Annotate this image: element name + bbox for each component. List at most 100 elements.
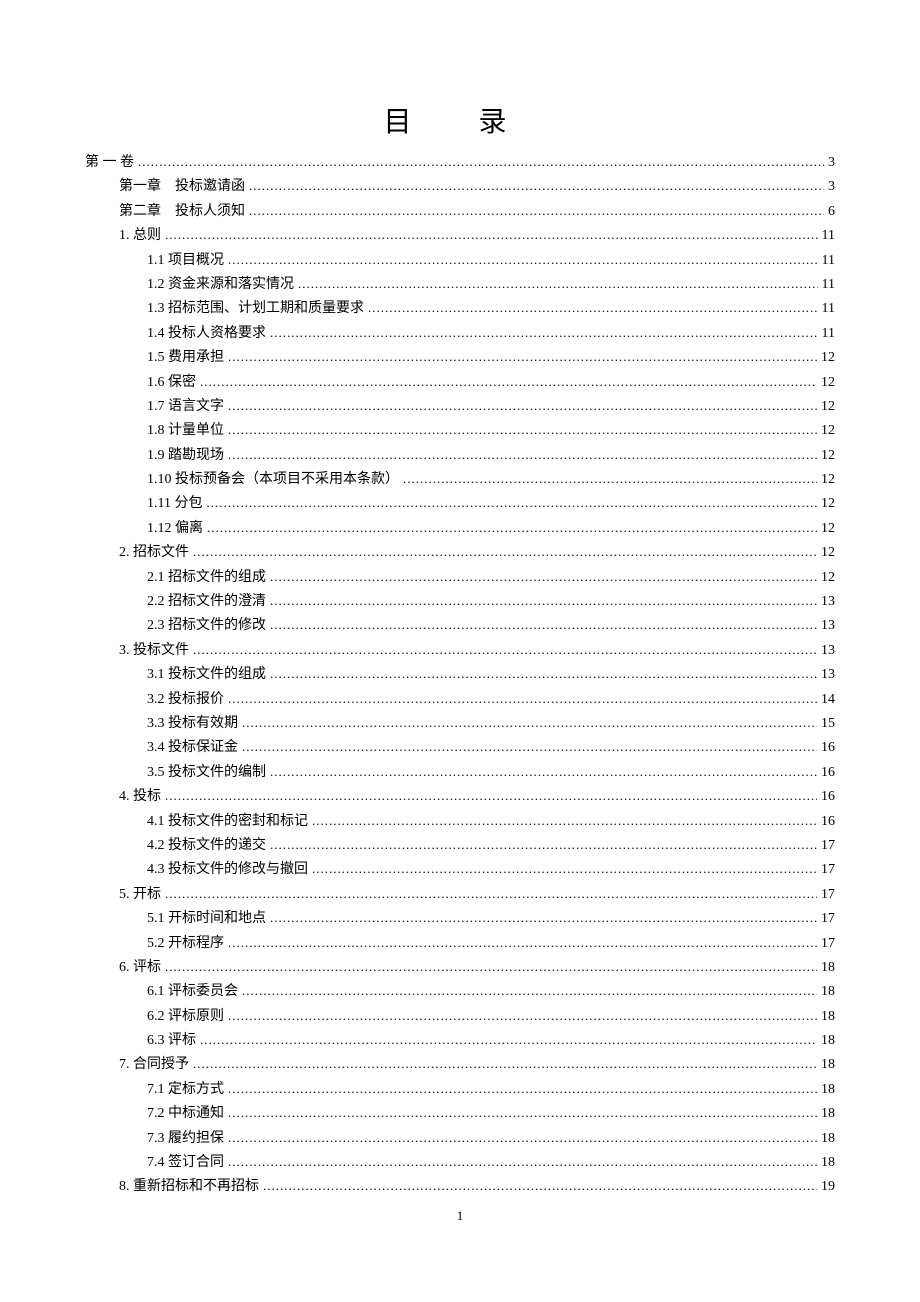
toc-entry-label: 1.9 踏勘现场 <box>147 445 224 467</box>
toc-entry-label: 7. 合同授予 <box>119 1054 189 1076</box>
toc-entry-page: 18 <box>821 1030 835 1052</box>
toc-entry-label: 3.1 投标文件的组成 <box>147 664 266 686</box>
toc-leader-dots <box>165 957 817 979</box>
toc-entry-page: 18 <box>821 1103 835 1125</box>
toc-entry-label: 1.11 分包 <box>147 493 202 515</box>
toc-entry-label: 5.1 开标时间和地点 <box>147 908 266 930</box>
toc-entry: 3.5 投标文件的编制16 <box>85 762 835 784</box>
toc-entry: 1.8 计量单位12 <box>85 420 835 442</box>
toc-leader-dots <box>138 152 824 174</box>
document-page: 目 录 第 一 卷3第一章 投标邀请函3第二章 投标人须知61. 总则111.1… <box>0 0 920 1241</box>
toc-leader-dots <box>312 811 817 833</box>
toc-entry-page: 16 <box>821 737 835 759</box>
toc-entry-page: 12 <box>821 372 835 394</box>
toc-leader-dots <box>165 786 817 808</box>
toc-entry-label: 3.5 投标文件的编制 <box>147 762 266 784</box>
toc-leader-dots <box>298 274 818 296</box>
toc-entry: 1. 总则11 <box>85 225 835 247</box>
page-number: 1 <box>0 1208 920 1224</box>
toc-entry: 2.1 招标文件的组成12 <box>85 567 835 589</box>
toc-entry-page: 11 <box>822 323 835 345</box>
toc-entry-page: 3 <box>828 152 835 174</box>
toc-entry: 4. 投标16 <box>85 786 835 808</box>
toc-entry-label: 6.1 评标委员会 <box>147 981 238 1003</box>
toc-entry: 1.4 投标人资格要求 11 <box>85 323 835 345</box>
toc-entry-label: 1.1 项目概况 <box>147 250 224 272</box>
toc-leader-dots <box>270 762 817 784</box>
toc-entry-label: 1.7 语言文字 <box>147 396 224 418</box>
toc-entry-label: 3. 投标文件 <box>119 640 189 662</box>
toc-entry-page: 12 <box>821 493 835 515</box>
toc-entry-page: 16 <box>821 786 835 808</box>
toc-leader-dots <box>228 250 818 272</box>
toc-entry-page: 17 <box>821 908 835 930</box>
toc-leader-dots <box>228 689 817 711</box>
toc-leader-dots <box>270 835 817 857</box>
toc-leader-dots <box>270 664 817 686</box>
toc-leader-dots <box>193 1054 817 1076</box>
toc-entry-page: 15 <box>821 713 835 735</box>
toc-entry: 3.4 投标保证金 16 <box>85 737 835 759</box>
toc-entry-label: 1.2 资金来源和落实情况 <box>147 274 294 296</box>
toc-leader-dots <box>242 737 817 759</box>
toc-leader-dots <box>228 1128 817 1150</box>
toc-entry: 6. 评标18 <box>85 957 835 979</box>
toc-entry-label: 第二章 投标人须知 <box>119 201 245 223</box>
toc-entry-label: 5. 开标 <box>119 884 161 906</box>
toc-entry-label: 1.4 投标人资格要求 <box>147 323 266 345</box>
toc-entry: 1.9 踏勘现场12 <box>85 445 835 467</box>
toc-leader-dots <box>263 1176 817 1198</box>
toc-entry-page: 17 <box>821 859 835 881</box>
toc-entry-page: 13 <box>821 591 835 613</box>
toc-leader-dots <box>249 201 824 223</box>
toc-entry-page: 12 <box>821 396 835 418</box>
toc-leader-dots <box>165 225 818 247</box>
toc-leader-dots <box>228 1152 817 1174</box>
toc-entry-label: 6.2 评标原则 <box>147 1006 224 1028</box>
toc-leader-dots <box>193 542 817 564</box>
toc-entry: 2. 招标文件12 <box>85 542 835 564</box>
toc-entry: 7.3 履约担保18 <box>85 1128 835 1150</box>
toc-entry: 第二章 投标人须知 6 <box>85 201 835 223</box>
toc-entry-page: 12 <box>821 347 835 369</box>
toc-entry-page: 6 <box>828 201 835 223</box>
toc-leader-dots <box>403 469 817 491</box>
toc-entry: 5. 开标17 <box>85 884 835 906</box>
toc-entry-label: 1.3 招标范围、计划工期和质量要求 <box>147 298 364 320</box>
toc-entry-label: 第 一 卷 <box>85 152 134 174</box>
toc-leader-dots <box>270 908 817 930</box>
toc-entry-page: 18 <box>821 957 835 979</box>
toc-leader-dots <box>270 615 817 637</box>
toc-entry-label: 3.4 投标保证金 <box>147 737 238 759</box>
toc-title: 目 录 <box>85 100 835 140</box>
toc-leader-dots <box>193 640 817 662</box>
toc-entry-label: 1.6 保密 <box>147 372 196 394</box>
toc-entry: 4.3 投标文件的修改与撤回 17 <box>85 859 835 881</box>
toc-entry-page: 3 <box>828 176 835 198</box>
toc-entry-label: 1.8 计量单位 <box>147 420 224 442</box>
toc-entry-label: 2.1 招标文件的组成 <box>147 567 266 589</box>
toc-leader-dots <box>368 298 818 320</box>
toc-entry: 6.1 评标委员会 18 <box>85 981 835 1003</box>
toc-entry-label: 4.3 投标文件的修改与撤回 <box>147 859 308 881</box>
toc-entry-label: 第一章 投标邀请函 <box>119 176 245 198</box>
toc-entry: 1.12 偏离12 <box>85 518 835 540</box>
toc-entry-page: 11 <box>822 274 835 296</box>
toc-entry-label: 4.2 投标文件的递交 <box>147 835 266 857</box>
toc-entry-label: 1. 总则 <box>119 225 161 247</box>
toc-entry-label: 2.2 招标文件的澄清 <box>147 591 266 613</box>
toc-entry-page: 18 <box>821 981 835 1003</box>
toc-leader-dots <box>242 981 817 1003</box>
toc-entry: 2.2 招标文件的澄清 13 <box>85 591 835 613</box>
toc-entry: 2.3 招标文件的修改13 <box>85 615 835 637</box>
toc-entry: 1.6 保密 12 <box>85 372 835 394</box>
toc-entry-label: 4.1 投标文件的密封和标记 <box>147 811 308 833</box>
toc-entry-page: 18 <box>821 1054 835 1076</box>
toc-leader-dots <box>228 933 817 955</box>
toc-entry-page: 18 <box>821 1079 835 1101</box>
toc-entry: 5.2 开标程序17 <box>85 933 835 955</box>
toc-entry-page: 11 <box>822 250 835 272</box>
toc-entry-page: 11 <box>822 298 835 320</box>
toc-entry: 1.2 资金来源和落实情况 11 <box>85 274 835 296</box>
toc-entry: 7.4 签订合同18 <box>85 1152 835 1174</box>
